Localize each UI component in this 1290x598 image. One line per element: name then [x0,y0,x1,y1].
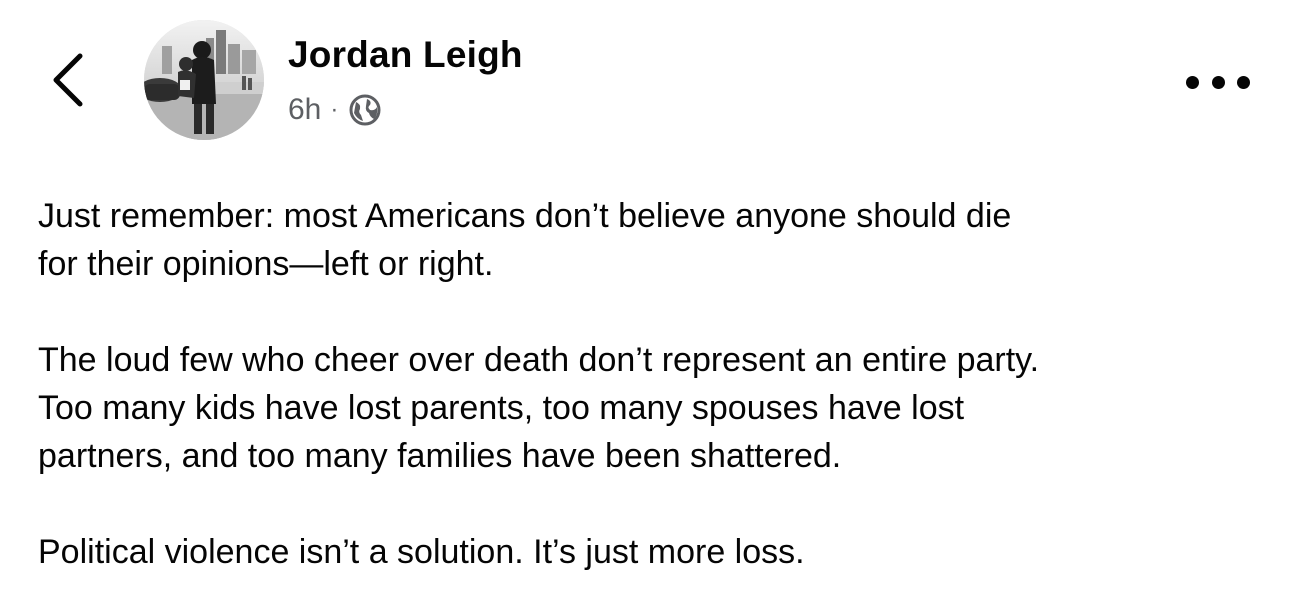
chevron-left-icon [53,53,83,107]
post-paragraph: The loud few who cheer over death don’t … [38,341,1040,475]
more-options-button[interactable] [1180,62,1256,102]
meta-separator: · [330,96,339,123]
more-horizontal-icon [1237,75,1250,89]
globe-icon[interactable] [348,93,382,127]
avatar[interactable] [144,20,264,140]
back-button[interactable] [44,50,94,110]
more-horizontal-icon [1186,75,1199,89]
post-meta: 6h · [288,90,382,130]
author-name[interactable]: Jordan Leigh [288,34,523,76]
post-paragraph: Just remember: most Americans don’t beli… [38,197,1012,283]
more-horizontal-icon [1211,75,1225,89]
post-paragraph: Political violence isn’t a solution. It’… [38,533,805,571]
post-timestamp[interactable]: 6h [288,93,321,127]
post-body: Just remember: most Americans don’t beli… [38,192,1273,576]
profile-photo [144,20,264,140]
